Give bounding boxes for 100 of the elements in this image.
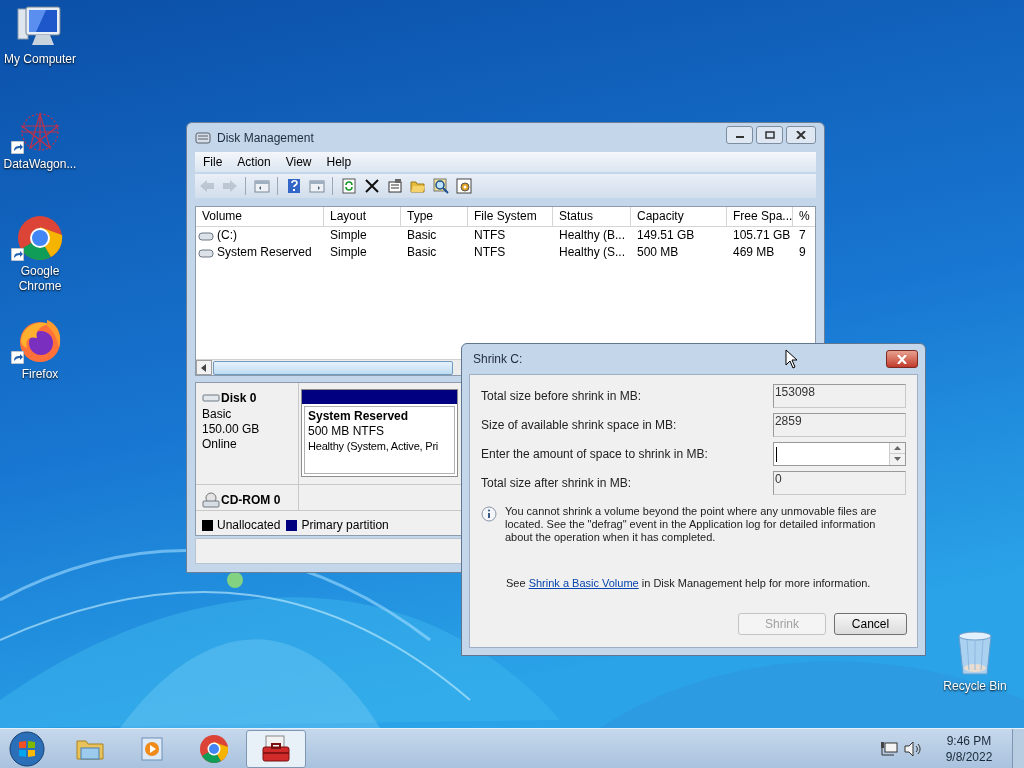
- desktop-icon-label[interactable]: DataWagon...: [2, 157, 78, 172]
- back-arrow-icon: [198, 178, 215, 194]
- legend-label: Primary partition: [301, 517, 389, 534]
- folder-icon: [409, 178, 426, 194]
- table-cell: 149.51 GB: [637, 227, 695, 244]
- chrome-icon: [198, 732, 230, 765]
- table-cell: 500 MB: [637, 244, 679, 261]
- field-label: Size of available shrink space in MB:: [481, 416, 678, 434]
- close-icon: [897, 354, 907, 364]
- readonly-field: 2859: [772, 412, 906, 437]
- table-cell: System Reserved: [217, 244, 312, 261]
- speaker-icon: [904, 740, 922, 757]
- down-arrow-icon: [894, 457, 901, 462]
- left-arrow-icon: [201, 363, 207, 372]
- text-cursor: [775, 446, 777, 462]
- dialog-title: Shrink C:: [473, 351, 523, 368]
- help-link[interactable]: Shrink a Basic Volume: [528, 577, 639, 589]
- clock-time[interactable]: 9:46 PM: [946, 732, 992, 749]
- partition-status: Healthy (System, Active, Pri: [308, 439, 440, 454]
- desktop-icon-label[interactable]: Firefox: [2, 367, 78, 382]
- cd-drive-icon: [202, 492, 220, 508]
- readonly-field: 153098: [772, 383, 906, 408]
- table-cell: Simple: [330, 227, 367, 244]
- refresh-icon: [340, 178, 357, 194]
- partition-size: 500 MB NTFS: [308, 424, 386, 439]
- maximize-button[interactable]: [756, 126, 783, 144]
- gear-icon: [455, 178, 472, 194]
- disk-drive-icon: [195, 130, 211, 146]
- chrome-icon: [17, 215, 63, 261]
- disk-info-text: Online: [202, 437, 238, 452]
- up-arrow-icon: [894, 445, 901, 450]
- disk-info-text: Basic: [202, 407, 233, 422]
- info-icon: [481, 506, 497, 522]
- table-cell: NTFS: [474, 244, 506, 261]
- clock-date[interactable]: 9/8/2022: [945, 748, 993, 765]
- table-cell: 105.71 GB: [733, 227, 791, 244]
- column-header[interactable]: File System: [468, 207, 553, 226]
- column-header[interactable]: %: [793, 207, 815, 226]
- mouse-pointer-icon: [785, 349, 798, 369]
- windows-orb-icon: [9, 730, 45, 767]
- column-header[interactable]: Status: [553, 207, 631, 226]
- menu-item[interactable]: View: [279, 153, 318, 171]
- column-header[interactable]: Capacity: [631, 207, 727, 226]
- scrollbar-thumb[interactable]: [213, 360, 453, 375]
- properties-icon: [386, 178, 403, 194]
- table-cell: 7: [799, 227, 806, 244]
- menu-item[interactable]: File: [197, 153, 229, 171]
- close-button[interactable]: [886, 350, 918, 368]
- table-cell: Simple: [330, 244, 367, 261]
- close-button[interactable]: [786, 126, 816, 144]
- scroll-left-button[interactable]: [196, 360, 212, 375]
- table-cell: 469 MB: [733, 244, 775, 261]
- taskbar-button[interactable]: [246, 729, 306, 768]
- help-text: See Shrink a Basic Volume in Disk Management help for more information.: [506, 576, 872, 591]
- table-cell: Healthy (B...: [559, 227, 626, 244]
- column-header[interactable]: Free Spa...: [727, 207, 793, 226]
- window-title: Disk Management: [217, 130, 314, 147]
- panel-icon: [253, 178, 270, 194]
- column-header[interactable]: Type: [401, 207, 468, 226]
- magnifier-icon: [432, 178, 449, 194]
- fox-globe-icon: [17, 318, 63, 364]
- delete-icon: [363, 178, 380, 194]
- disk-info-text: 150.00 GB: [202, 422, 261, 437]
- recycle-bin-icon: [955, 630, 995, 676]
- table-cell: NTFS: [474, 227, 506, 244]
- panel-icon: [308, 178, 325, 194]
- table-cell: Basic: [407, 227, 437, 244]
- column-header[interactable]: Volume: [196, 207, 324, 226]
- partition-block[interactable]: System Reserved 500 MB NTFS Healthy (System, Active, Pri: [301, 389, 458, 477]
- spin-up-button[interactable]: [890, 442, 905, 454]
- forward-arrow-icon: [221, 178, 238, 194]
- field-label: Enter the amount of space to shrink in MB:: [481, 445, 709, 463]
- partition-name: System Reserved: [308, 409, 410, 424]
- restore-icon: [764, 131, 775, 139]
- toolbox-icon: [260, 732, 292, 765]
- readonly-field: 0: [772, 470, 906, 495]
- menu-item[interactable]: Help: [320, 153, 358, 171]
- disk-name: Disk 0: [221, 390, 257, 407]
- minimize-button[interactable]: [726, 126, 753, 144]
- desktop-icon-label[interactable]: My Computer: [2, 52, 78, 67]
- dialog-button[interactable]: Cancel: [834, 613, 907, 635]
- drive-icon: [198, 230, 214, 241]
- legend-label: Unallocated: [217, 517, 281, 534]
- spin-down-button[interactable]: [890, 454, 905, 465]
- number-input[interactable]: [772, 441, 906, 466]
- table-cell: Healthy (S...: [559, 244, 626, 261]
- star-pattern-icon: [17, 110, 63, 154]
- desktop-icon-label[interactable]: Google Chrome: [2, 264, 78, 294]
- help-icon: [285, 178, 302, 194]
- field-label: Total size before shrink in MB:: [481, 387, 643, 405]
- toolbar-button[interactable]: [431, 176, 450, 196]
- drive-icon: [198, 247, 214, 258]
- start-button[interactable]: [8, 729, 46, 768]
- info-text: You cannot shrink a volume beyond the point where any unmovable files are located. See the "defrag" event in the Application log for detailed information about the operation when it has completed.: [505, 505, 878, 544]
- menu-item[interactable]: Action: [231, 153, 277, 171]
- close-icon: [796, 131, 806, 139]
- table-cell: (C:): [217, 227, 237, 244]
- network-icon: [880, 740, 898, 757]
- field-label: Total size after shrink in MB:: [481, 474, 633, 492]
- column-header[interactable]: Layout: [324, 207, 401, 226]
